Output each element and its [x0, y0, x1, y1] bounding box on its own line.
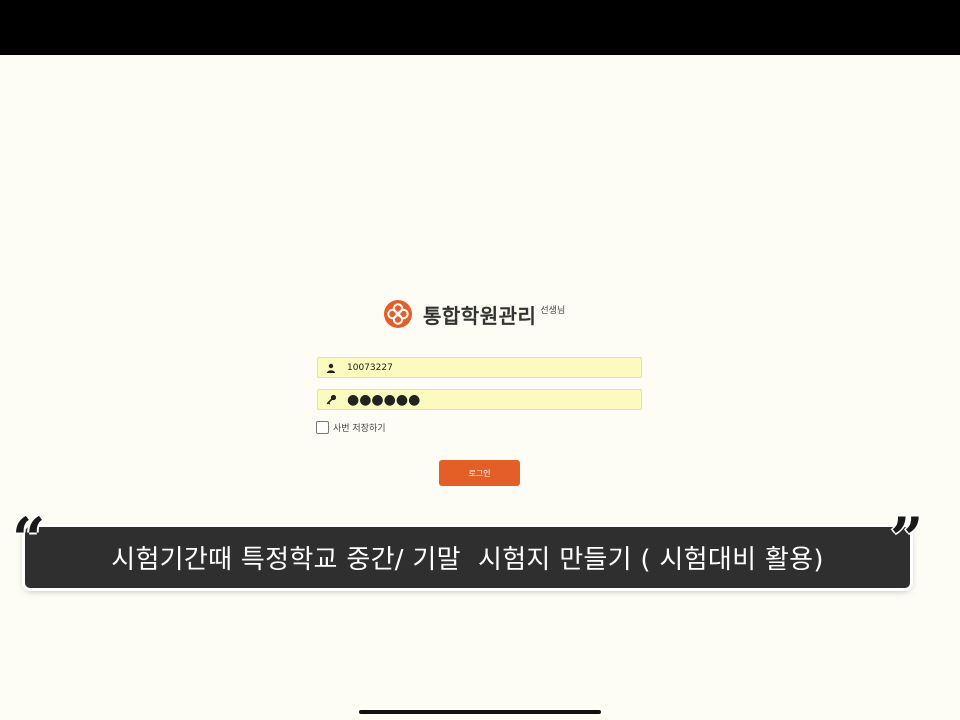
user-icon: [318, 358, 344, 377]
home-indicator-bar[interactable]: [359, 710, 601, 714]
app-title-suffix: 선생님: [540, 306, 566, 316]
logo-icon: [384, 300, 412, 328]
password-input[interactable]: [347, 391, 627, 408]
password-field[interactable]: [317, 389, 642, 410]
caption-banner: 시험기간때 특정학교 중간/ 기말 시험지 만들기 ( 시험대비 활용): [25, 527, 910, 588]
open-quote-mark: “: [12, 505, 46, 573]
employee-id-input[interactable]: [347, 359, 627, 376]
login-button[interactable]: 로그인: [439, 460, 520, 486]
employee-id-field[interactable]: [317, 357, 642, 378]
checkbox-box[interactable]: [316, 421, 329, 434]
close-quote-mark: ”: [890, 505, 924, 573]
key-icon: [318, 390, 344, 409]
app-title: 통합학원관리: [423, 303, 537, 328]
remember-id-checkbox[interactable]: 사번 저장하기: [316, 421, 386, 434]
top-black-bar: [0, 0, 960, 55]
app-logo-header: 통합학원관리 선생님: [383, 298, 565, 330]
caption-text: 시험기간때 특정학교 중간/ 기말 시험지 만들기 ( 시험대비 활용): [111, 545, 824, 575]
remember-id-label: 사번 저장하기: [333, 424, 386, 434]
